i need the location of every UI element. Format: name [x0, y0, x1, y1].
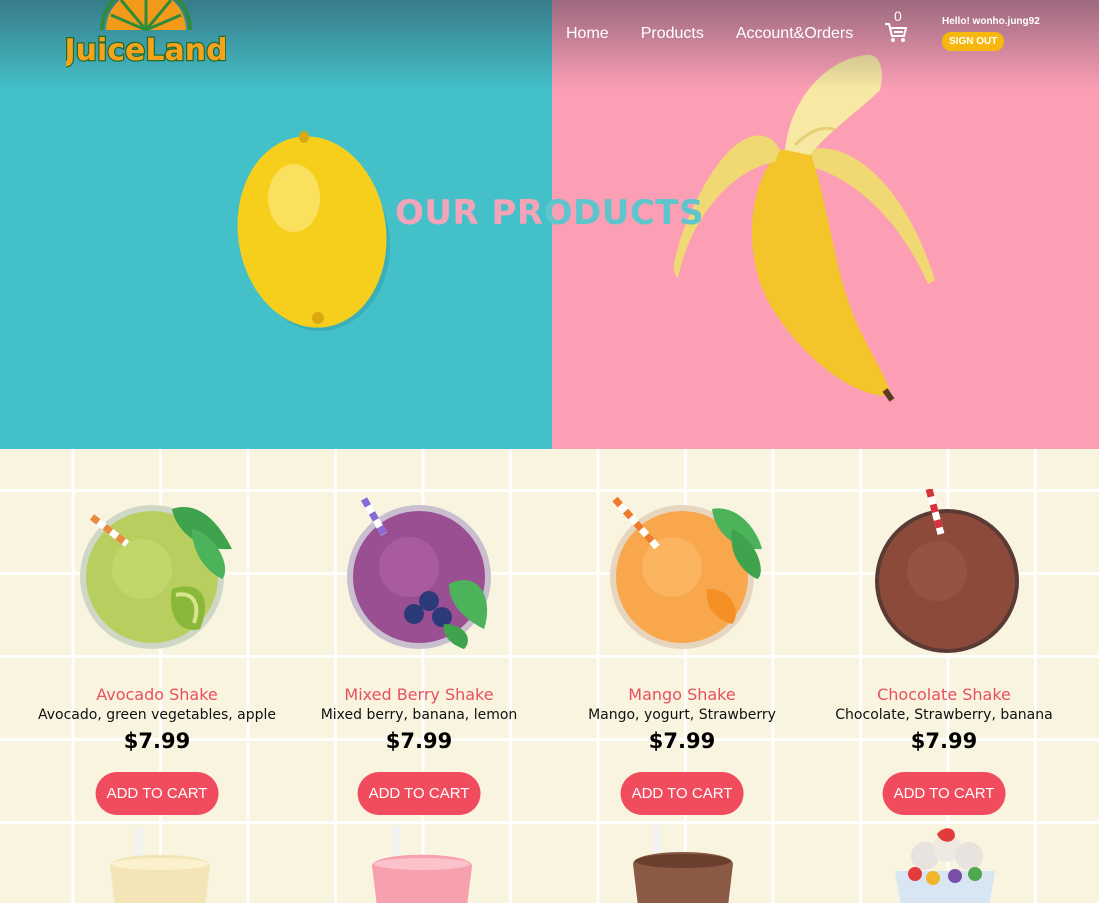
- product-name: Mango Shake: [628, 685, 736, 704]
- nav-account-orders[interactable]: Account&Orders: [736, 25, 853, 43]
- page-title-left: OUR PR: [394, 193, 544, 233]
- add-to-cart-button[interactable]: ADD TO CART: [882, 772, 1006, 815]
- sign-out-button[interactable]: SIGN OUT: [942, 32, 1005, 51]
- chocolate-shake-image: [875, 489, 1019, 653]
- product-card: Mixed Berry Shake Mixed berry, banana, l…: [288, 449, 550, 829]
- chocolate-milkshake-image: [633, 826, 733, 903]
- mango-shake-image: [610, 496, 762, 649]
- product-card: Mango Shake Mango, yogurt, Strawberry $7…: [551, 449, 813, 829]
- product-price: $7.99: [648, 729, 716, 753]
- avocado-shake-image: [80, 505, 232, 649]
- cart-icon: [885, 23, 908, 42]
- add-to-cart-button[interactable]: ADD TO CART: [95, 772, 219, 815]
- juiceland-logo[interactable]: JuiceLand: [61, 0, 229, 78]
- product-description: Avocado, green vegetables, apple: [37, 707, 277, 723]
- nav-home[interactable]: Home: [566, 25, 609, 43]
- lemon-image: [237, 131, 390, 331]
- nav-products[interactable]: Products: [641, 25, 704, 43]
- fruit-parfait-image: [895, 828, 995, 903]
- product-description: Mango, yogurt, Strawberry: [588, 707, 776, 723]
- user-greeting: Hello! wonho.jung92: [942, 16, 1040, 27]
- cart-button[interactable]: 0: [884, 8, 912, 46]
- product-description: Chocolate, Strawberry, banana: [835, 707, 1053, 723]
- products-section: Avocado Shake Avocado, green vegetables,…: [0, 449, 1099, 903]
- product-price: $7.99: [123, 729, 191, 753]
- strawberry-shake-image: [372, 826, 472, 903]
- mixed-berry-shake-image: [347, 497, 491, 649]
- logo-text: JuiceLand: [66, 33, 226, 68]
- product-description: Mixed berry, banana, lemon: [320, 707, 518, 723]
- page-title: OUR PRODUCTS: [0, 193, 1099, 233]
- page-title-right: ODUCTS: [543, 193, 704, 233]
- product-price: $7.99: [910, 729, 978, 753]
- product-name: Avocado Shake: [96, 685, 218, 704]
- product-name: Mixed Berry Shake: [344, 685, 494, 704]
- product-card: Chocolate Shake Chocolate, Strawberry, b…: [813, 449, 1075, 829]
- product-price: $7.99: [385, 729, 453, 753]
- add-to-cart-button[interactable]: ADD TO CART: [357, 772, 481, 815]
- add-to-cart-button[interactable]: ADD TO CART: [620, 772, 744, 815]
- product-card: Avocado Shake Avocado, green vegetables,…: [26, 449, 288, 829]
- main-nav: Home Products Account&Orders: [566, 25, 885, 43]
- product-name: Chocolate Shake: [877, 685, 1011, 704]
- vanilla-shake-image: [110, 828, 210, 903]
